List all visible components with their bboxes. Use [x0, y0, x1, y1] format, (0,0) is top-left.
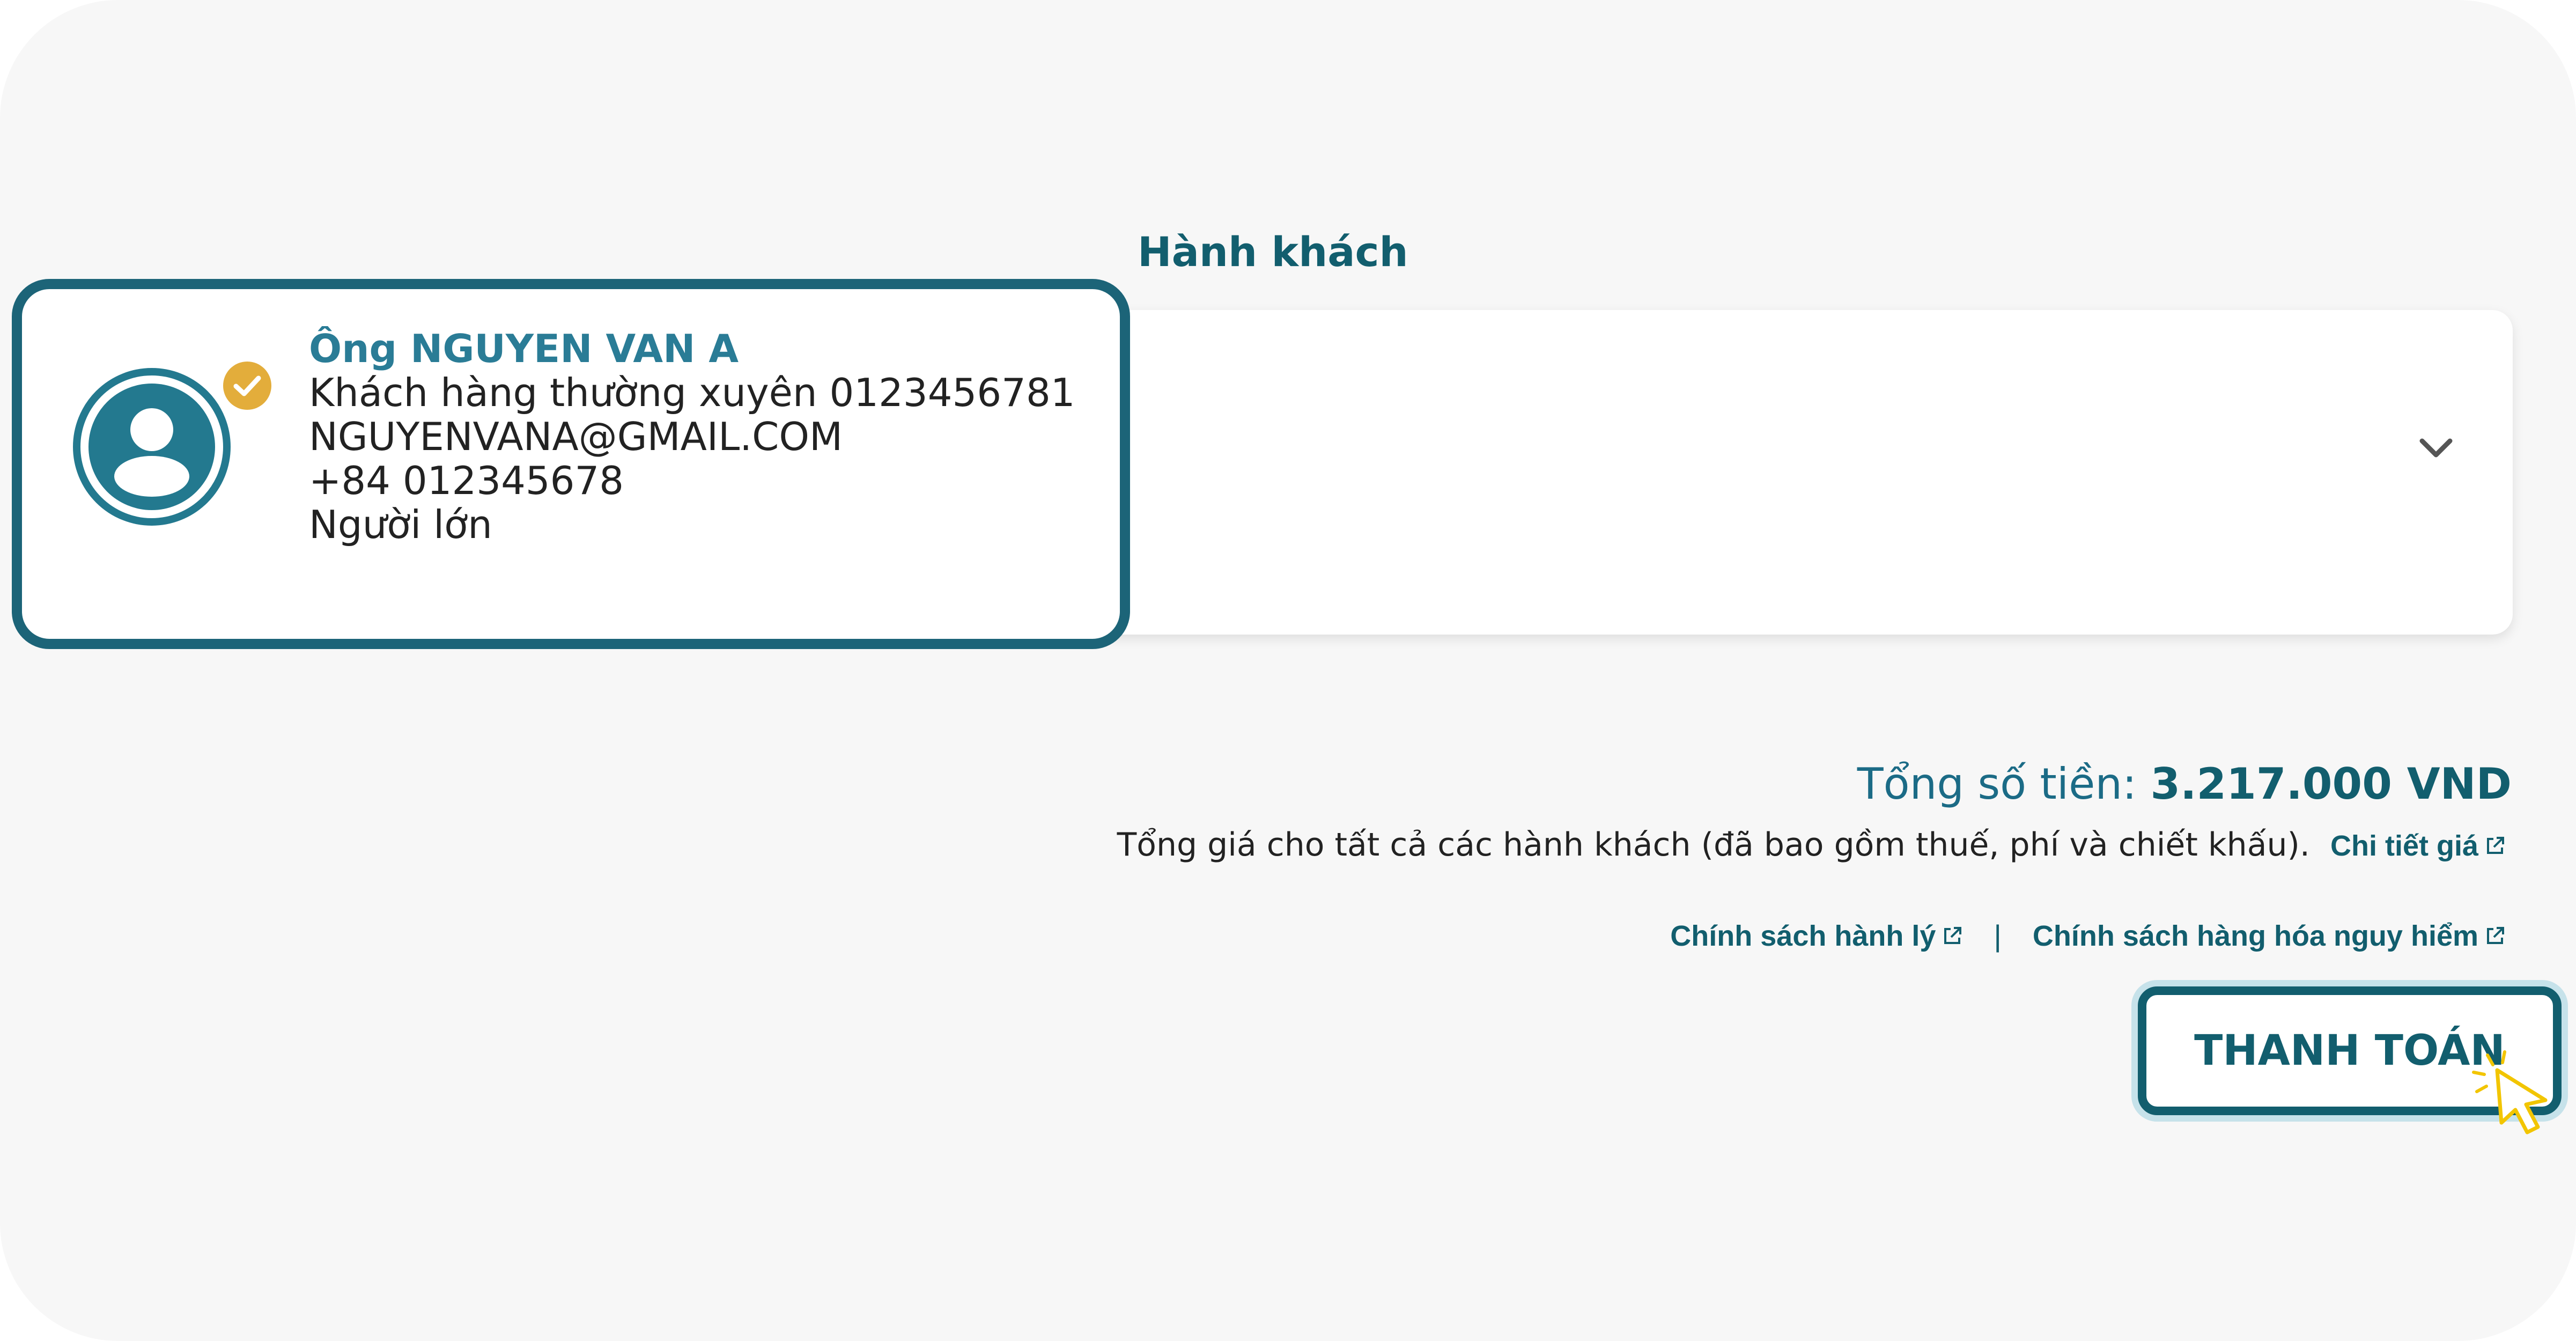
section-title: Hành khách: [1138, 228, 1408, 276]
dangerous-goods-policy-label: Chính sách hàng hóa nguy hiểm: [2032, 919, 2478, 952]
policy-links: Chính sách hành lý | Chính sách hàng hóa…: [1670, 918, 2505, 953]
check-badge-icon: [223, 362, 271, 410]
total-amount-line: Tổng số tiền: 3.217.000 VND: [1857, 759, 2512, 809]
passenger-email: NGUYENVANA@GMAIL.COM: [309, 414, 843, 459]
app-frame: Hành khách Ông NGUYEN VAN A Khách hàng t…: [0, 0, 2576, 1341]
baggage-policy-label: Chính sách hành lý: [1670, 919, 1936, 952]
passenger-membership: Khách hàng thường xuyên 0123456781: [309, 370, 1075, 415]
total-label: Tổng số tiền:: [1857, 759, 2137, 809]
chevron-down-icon[interactable]: [2415, 427, 2457, 470]
dangerous-goods-policy-link[interactable]: Chính sách hàng hóa nguy hiểm: [2033, 919, 2505, 953]
pointer-cursor-icon: [2472, 1050, 2548, 1134]
passenger-card[interactable]: Ông NGUYEN VAN A Khách hàng thường xuyên…: [12, 279, 1130, 649]
external-link-icon: [2487, 837, 2504, 854]
price-note: Tổng giá cho tất cả các hành khách (đã b…: [1117, 826, 2310, 864]
price-detail-label: Chi tiết giá: [2330, 830, 2478, 862]
link-separator: |: [1994, 919, 2002, 953]
price-note-line: Tổng giá cho tất cả các hành khách (đã b…: [1117, 826, 2505, 864]
price-detail-link[interactable]: Chi tiết giá: [2330, 829, 2505, 863]
external-link-icon: [1944, 926, 1962, 944]
total-amount: 3.217.000 VND: [2150, 759, 2512, 809]
user-avatar-icon: [73, 368, 231, 526]
external-link-icon: [2487, 926, 2504, 944]
passenger-dropdown[interactable]: [1089, 310, 2513, 635]
passenger-name: Ông NGUYEN VAN A: [309, 326, 739, 371]
passenger-info: Ông NGUYEN VAN A Khách hàng thường xuyên…: [309, 327, 1119, 547]
baggage-policy-link[interactable]: Chính sách hành lý: [1670, 919, 1962, 953]
passenger-type: Người lớn: [309, 502, 492, 547]
passenger-phone: +84 012345678: [309, 458, 624, 503]
